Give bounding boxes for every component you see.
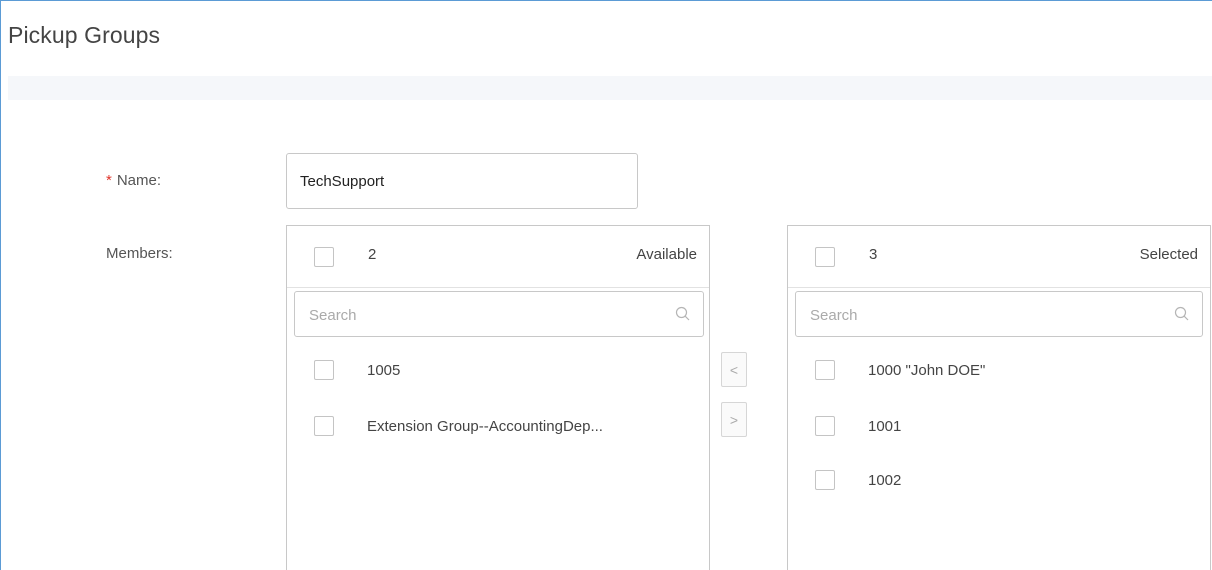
available-search-input[interactable] (307, 292, 638, 338)
list-item[interactable]: 1001 (788, 412, 1210, 442)
search-icon[interactable] (675, 306, 691, 322)
available-select-all-checkbox[interactable] (314, 247, 334, 267)
selected-list-box: 3 Selected 1000 "John DOE" 1001 1002 (787, 225, 1211, 570)
available-search[interactable] (294, 291, 704, 338)
item-checkbox[interactable] (815, 360, 835, 380)
available-list-box: 2 Available 1005 Extension Group--Accoun… (286, 225, 710, 570)
available-count: 2 (368, 246, 377, 263)
selected-search-input[interactable] (808, 292, 1137, 338)
selected-select-all-checkbox[interactable] (815, 247, 835, 267)
move-right-button[interactable]: > (721, 402, 747, 437)
list-item-label: 1005 (367, 362, 401, 379)
name-label-text: Name: (116, 172, 162, 189)
page-title: Pickup Groups (8, 22, 161, 48)
list-item[interactable]: 1005 (287, 356, 709, 386)
list-item-label: 1002 (868, 472, 902, 489)
available-header: 2 Available (287, 226, 709, 288)
item-checkbox[interactable] (815, 416, 835, 436)
selected-count: 3 (869, 246, 878, 263)
required-mark: * (106, 172, 112, 189)
list-item[interactable]: 1002 (788, 466, 1210, 496)
item-checkbox[interactable] (815, 470, 835, 490)
item-checkbox[interactable] (314, 360, 334, 380)
title-band (8, 76, 1212, 100)
list-item-label: Extension Group--AccountingDep... (367, 418, 603, 435)
available-title: Available (636, 246, 697, 263)
move-left-button[interactable]: < (721, 352, 747, 387)
list-item-label: 1001 (868, 418, 902, 435)
list-item-label: 1000 "John DOE" (868, 362, 986, 379)
list-item[interactable]: Extension Group--AccountingDep... (287, 412, 709, 442)
members-label: Members: (106, 245, 173, 262)
selected-search[interactable] (795, 291, 1203, 338)
name-label: * Name: (106, 172, 161, 189)
selected-header: 3 Selected (788, 226, 1210, 288)
name-input[interactable] (286, 153, 638, 209)
item-checkbox[interactable] (314, 416, 334, 436)
search-icon[interactable] (1174, 306, 1190, 322)
list-item[interactable]: 1000 "John DOE" (788, 356, 1210, 386)
selected-title: Selected (1139, 246, 1198, 263)
